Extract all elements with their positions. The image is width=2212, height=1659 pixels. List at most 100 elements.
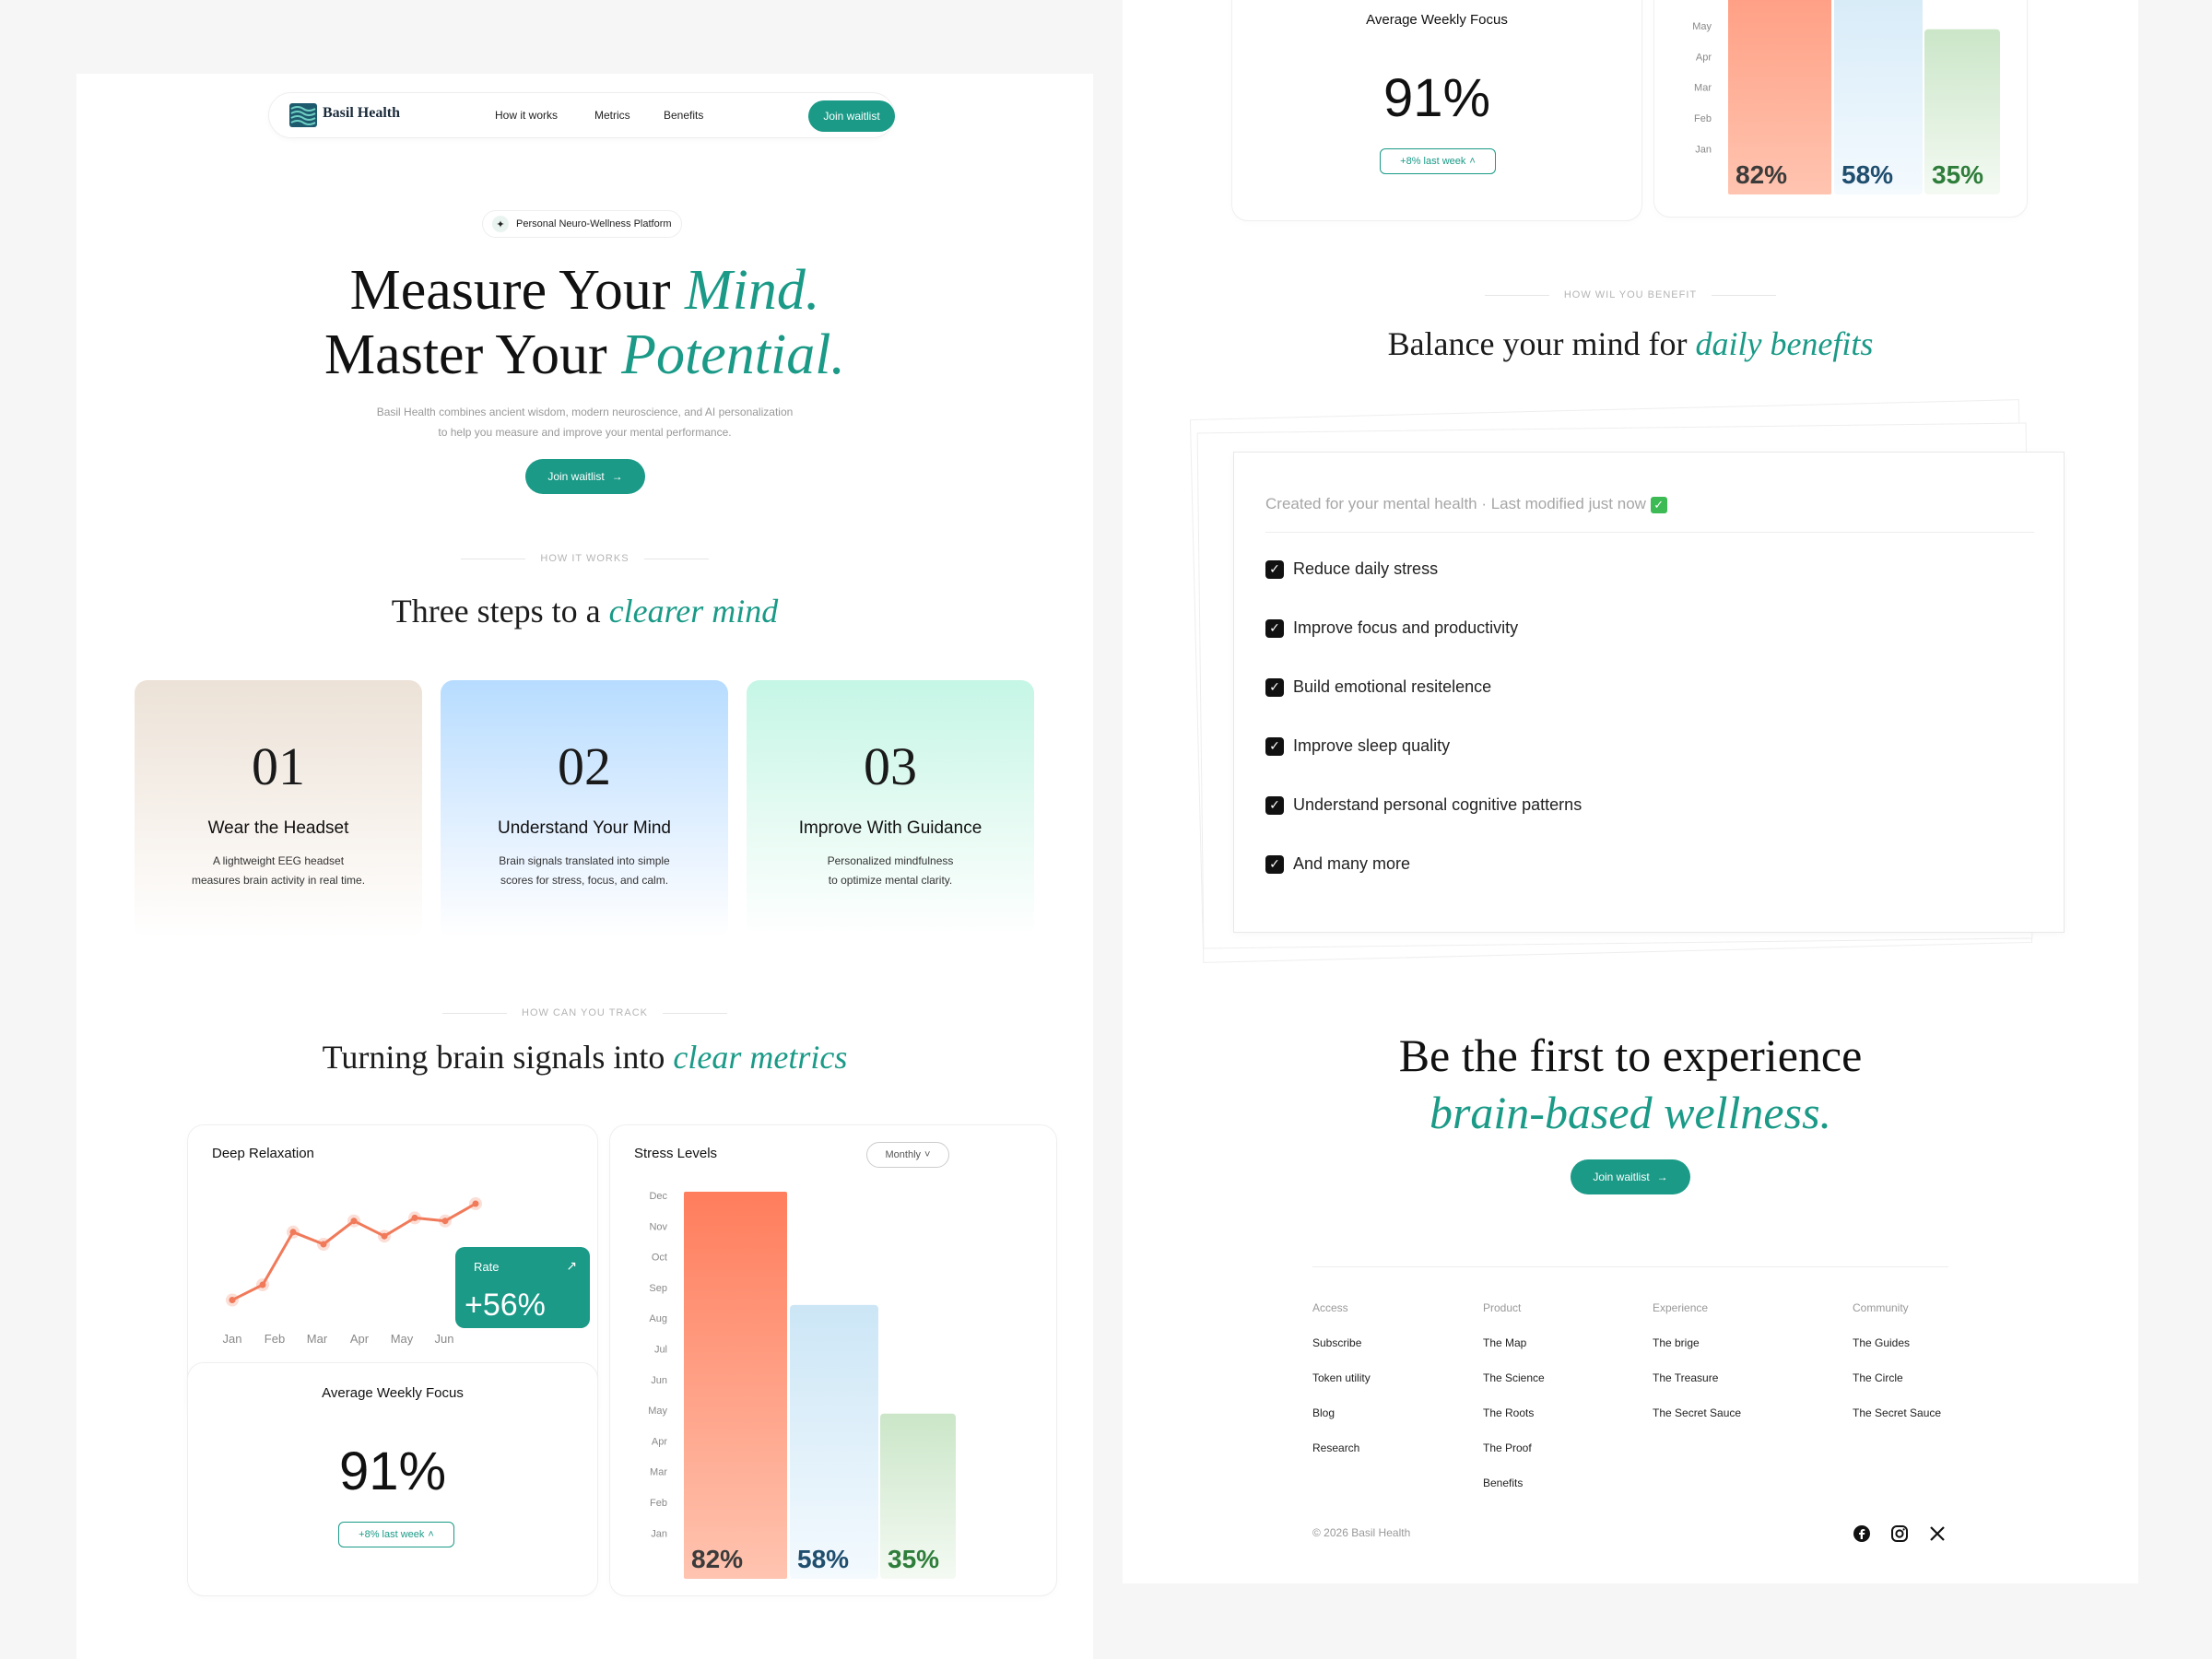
footer-link[interactable]: The Secret Sauce — [1853, 1406, 1941, 1419]
checkbox-checked-icon[interactable]: ✓ — [1265, 795, 1284, 815]
y-tick-label: Apr — [652, 1436, 667, 1447]
y-tick-label: Oct — [652, 1253, 667, 1264]
hero-title-line2b: Potential. — [621, 324, 845, 386]
footer-link[interactable]: Research — [1312, 1441, 1371, 1454]
footer-link[interactable]: The Treasure — [1653, 1371, 1741, 1384]
hero-join-button[interactable]: Join waitlist → — [525, 459, 645, 494]
nav-link-benefits[interactable]: Benefits — [664, 109, 703, 122]
stress-bar-chart: DecNovOctSepAugJulJunMayAprMarFebJan82%5… — [648, 1191, 956, 1579]
step-card-3: 03 Improve With Guidance Personalized mi… — [747, 680, 1034, 938]
hero-join-label: Join waitlist — [547, 470, 605, 483]
y-tick-label: Mar — [650, 1467, 667, 1478]
benefit-item[interactable]: ✓ And many more — [1265, 854, 1410, 874]
bar-value-label: 82% — [1735, 160, 1787, 189]
how-title-b: clearer mind — [608, 593, 779, 629]
step-desc-line2: scores for stress, focus, and calm. — [500, 874, 669, 887]
step-number: 02 — [558, 736, 611, 796]
chevron-up-icon: ˄ — [1469, 156, 1476, 167]
step-number: 01 — [252, 736, 305, 796]
footer-divider — [1312, 1266, 1948, 1267]
footer-link[interactable]: Benefits — [1483, 1477, 1545, 1489]
how-title-a: Three steps to a — [391, 593, 601, 629]
facebook-icon[interactable] — [1853, 1524, 1871, 1543]
x-tick-label: Mar — [307, 1332, 328, 1346]
step-card-2: 02 Understand Your Mind Brain signals tr… — [441, 680, 728, 938]
hero-title: Measure Your Mind. Master Your Potential… — [76, 258, 1093, 387]
x-tick-label: Apr — [350, 1332, 370, 1346]
y-tick-label: Jun — [651, 1375, 667, 1386]
rate-label: Rate — [474, 1260, 500, 1274]
data-point — [441, 1218, 449, 1225]
focus-delta-label: +8% last week — [1400, 156, 1466, 167]
footer-link[interactable]: Token utility — [1312, 1371, 1371, 1384]
focus-card-top: Average Weekly Focus 91% +8% last week ˄ — [1231, 0, 1642, 221]
focus-value: 91% — [338, 1441, 447, 1501]
footer-link[interactable]: The Science — [1483, 1371, 1545, 1384]
x-icon[interactable] — [1928, 1524, 1947, 1543]
track-title: Turning brain signals into clear metrics — [76, 1038, 1093, 1077]
checkbox-checked-icon[interactable]: ✓ — [1265, 854, 1284, 874]
benefit-label: Understand personal cognitive patterns — [1293, 795, 1583, 814]
step-title: Understand Your Mind — [497, 818, 671, 838]
nav-join-label: Join waitlist — [823, 110, 880, 123]
benefit-item[interactable]: ✓ Build emotional resitelence — [1265, 677, 1491, 697]
y-tick-label: May — [648, 1406, 667, 1417]
checkbox-checked-icon[interactable]: ✓ — [1265, 559, 1284, 579]
benefit-item[interactable]: ✓ Reduce daily stress — [1265, 559, 1438, 579]
data-point — [350, 1218, 358, 1225]
checkbox-checked-icon[interactable]: ✓ — [1265, 618, 1284, 638]
hero-badge: ✦ Personal Neuro-Wellness Platform — [482, 210, 682, 238]
cta-title-line2: brain-based wellness. — [1429, 1087, 1832, 1138]
footer-link[interactable]: Blog — [1312, 1406, 1371, 1419]
focus-delta: +8% last week ˄ — [338, 1522, 454, 1547]
rate-value: +56% — [465, 1288, 546, 1323]
benefit-item[interactable]: ✓ Improve sleep quality — [1265, 736, 1450, 756]
bar-value-label: 82% — [691, 1545, 743, 1573]
footer-link[interactable]: The Map — [1483, 1336, 1545, 1349]
period-select[interactable]: Monthly ˅ — [866, 1142, 949, 1168]
data-point — [381, 1232, 388, 1240]
bar — [790, 1304, 878, 1579]
checkbox-checked-icon[interactable]: ✓ — [1265, 677, 1284, 697]
instagram-icon[interactable] — [1890, 1524, 1909, 1543]
y-tick-label: Sep — [649, 1283, 667, 1294]
check-badge-icon: ✓ — [1650, 497, 1667, 513]
cta-join-button[interactable]: Join waitlist → — [1571, 1159, 1690, 1194]
footer-heading: Community — [1853, 1301, 1909, 1314]
benefit-item[interactable]: ✓ Understand personal cognitive patterns — [1265, 795, 1582, 815]
checkbox-checked-icon[interactable]: ✓ — [1265, 736, 1284, 756]
footer-link[interactable]: The brige — [1653, 1336, 1741, 1349]
focus-title: Average Weekly Focus — [322, 1385, 464, 1401]
y-tick-label: Nov — [649, 1221, 667, 1232]
nav-link-metrics[interactable]: Metrics — [594, 109, 630, 122]
arrow-up-right-icon: ↗ — [566, 1258, 577, 1273]
brand-name[interactable]: Basil Health — [323, 105, 400, 122]
y-tick-label: Feb — [1694, 113, 1712, 124]
y-tick-label: Apr — [1696, 52, 1712, 63]
relaxation-line-chart: Jan Feb Mar Apr May Jun — [223, 1197, 482, 1346]
logo-icon — [289, 103, 317, 127]
stress-title: Stress Levels — [634, 1146, 718, 1161]
stress-bar-chart: DecNovOctSepAugJulJunMayAprMarFebJan82%5… — [1692, 0, 2000, 194]
stress-card-top: DecNovOctSepAugJulJunMayAprMarFebJan82%5… — [1653, 0, 2028, 218]
footer-link[interactable]: The Guides — [1853, 1336, 1941, 1349]
footer-link[interactable]: The Secret Sauce — [1653, 1406, 1741, 1419]
hero-title-line1b: Mind. — [685, 259, 820, 322]
footer-link[interactable]: The Circle — [1853, 1371, 1941, 1384]
benefits-sheet: Created for your mental health · Last mo… — [1233, 452, 2065, 933]
data-point — [472, 1200, 479, 1207]
step-desc-line1: Personalized mindfulness — [827, 854, 954, 867]
footer-link[interactable]: The Roots — [1483, 1406, 1545, 1419]
focus-value: 91% — [1382, 68, 1491, 128]
hero-title-line2a: Master Your — [324, 324, 607, 386]
y-tick-label: May — [1692, 21, 1712, 32]
landing-page-right: Average Weekly Focus 91% +8% last week ˄ … — [1123, 0, 2138, 1583]
footer-link[interactable]: The Proof — [1483, 1441, 1545, 1454]
nav-link-how[interactable]: How it works — [495, 109, 558, 122]
footer-link[interactable]: Subscribe — [1312, 1336, 1371, 1349]
benefit-item[interactable]: ✓ Improve focus and productivity — [1265, 618, 1518, 638]
hero-badge-label: Personal Neuro-Wellness Platform — [516, 218, 672, 229]
focus-title: Average Weekly Focus — [1366, 12, 1508, 28]
footer-heading: Access — [1312, 1301, 1348, 1314]
nav-join-button[interactable]: Join waitlist — [808, 100, 895, 132]
